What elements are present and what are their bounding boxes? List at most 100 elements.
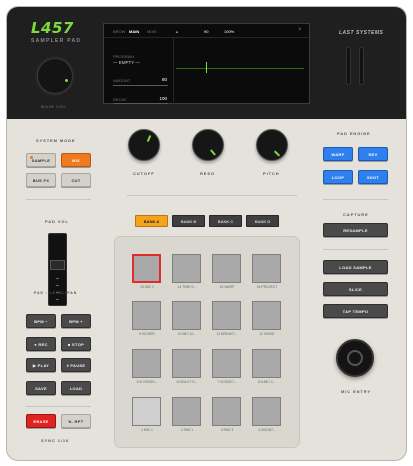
tap-tempo-button[interactable]: TAP TEMPO — [323, 304, 388, 318]
mix-button[interactable]: MIX — [61, 153, 91, 167]
pad-16[interactable] — [252, 254, 281, 283]
pad-10[interactable] — [172, 301, 201, 330]
reverse-button[interactable]: REV — [358, 147, 388, 161]
knob-indicator-icon — [273, 150, 281, 157]
tab-main[interactable]: MAIN — [129, 29, 139, 34]
top-panel: L457 SAMPLER PAD MAIN VOL BROW MAIN MIXE… — [7, 7, 406, 119]
pad-13[interactable] — [132, 254, 161, 283]
program-value: — EMPTY — — [113, 60, 140, 65]
pad-5[interactable] — [132, 349, 161, 378]
fader-tick — [56, 299, 59, 300]
pitch-knob[interactable] — [256, 129, 288, 161]
pad-9[interactable] — [132, 301, 161, 330]
divider — [26, 406, 91, 407]
bank-b-button[interactable]: BANK B — [172, 215, 205, 227]
param1-value: 80 — [161, 77, 167, 82]
pad-label: 1 MIC 1 — [141, 428, 153, 432]
bpm-minus-button[interactable]: BPM − — [26, 314, 56, 328]
play-button[interactable]: ▶ PLAY — [26, 358, 56, 372]
knob-indicator-icon — [209, 149, 217, 156]
divider — [323, 199, 388, 200]
pad-label: 11 BREAKT... — [216, 332, 238, 336]
reso-knob[interactable] — [192, 129, 224, 161]
param2-label: DECAY — [113, 97, 127, 102]
warp-button[interactable]: WARP — [323, 147, 353, 161]
load-sample-button[interactable]: LOAD SAMPLE — [323, 260, 388, 274]
pad-3[interactable] — [212, 397, 241, 426]
logo: L457 — [31, 19, 74, 37]
cutoff-label: CUTOFF — [133, 171, 155, 176]
pad-volume-fader[interactable] — [48, 233, 67, 306]
record-button[interactable]: ● REC — [26, 337, 56, 351]
sample-button[interactable]: SAMPLE — [26, 153, 56, 167]
pad-14[interactable] — [172, 254, 201, 283]
load-button[interactable]: LOAD — [61, 381, 91, 395]
pad-vol-label: PAD VOL — [45, 219, 69, 224]
capture-label: CAPTURE — [343, 212, 369, 217]
note-repeat-button[interactable]: N. RPT — [61, 414, 91, 428]
bank-d-button[interactable]: BANK D — [246, 215, 279, 227]
param2-value: 100 — [159, 96, 167, 101]
divider — [26, 199, 91, 200]
param2-bar — [113, 103, 168, 104]
knob-indicator-icon — [65, 79, 68, 82]
close-icon[interactable]: × — [298, 27, 302, 33]
pad-label: 15 WARP — [219, 285, 235, 289]
pad-6[interactable] — [172, 349, 201, 378]
screen-tab-bar: BROW MAIN MIXE ▲ 90 100% × — [104, 24, 309, 38]
resample-button[interactable]: RESAMPLE — [323, 223, 388, 237]
knob-center-icon — [347, 350, 363, 366]
screen-program-panel: PROGRAM — EMPTY — AMOUNT 80 DECAY 100 — [104, 38, 174, 104]
program-label: PROGRAM — [113, 54, 134, 59]
stop-button[interactable]: ■ STOP — [61, 337, 91, 351]
card-slot-1 — [346, 47, 351, 85]
fader-cap[interactable] — [50, 260, 65, 270]
display-screen: BROW MAIN MIXE ▲ 90 100% × PROGRAM — EMP… — [103, 23, 310, 104]
tab-browse[interactable]: BROW — [113, 29, 125, 34]
bank-a-button[interactable]: BANK A — [135, 215, 168, 227]
cut-button[interactable]: CUT — [61, 173, 91, 187]
bpm-plus-button[interactable]: BPM + — [61, 314, 91, 328]
reso-label: RESO — [200, 171, 215, 176]
pad-11[interactable] — [212, 301, 241, 330]
playhead-cursor — [206, 62, 207, 73]
sample-button-label: SAMPLE — [31, 157, 51, 163]
main-volume-knob[interactable] — [37, 58, 73, 94]
save-button[interactable]: SAVE — [26, 381, 56, 395]
brand-label: LAST SYSTEMS — [339, 30, 384, 36]
pad-level-label: PAD : LEVEL/PAN — [34, 291, 78, 295]
bank-c-button[interactable]: BANK C — [209, 215, 242, 227]
pad-7[interactable] — [212, 349, 241, 378]
entry-knob[interactable] — [336, 339, 374, 377]
pad-label: 3 PAD 3 — [220, 428, 234, 432]
device-subtitle: SAMPLER PAD — [31, 38, 82, 44]
pad-label: 5 B CRASH... — [136, 380, 158, 384]
tab-mixer[interactable]: MIXE — [147, 29, 157, 34]
pause-button[interactable]: ‖ PAUSE — [61, 358, 91, 372]
pad-label: 4 SOUNT... — [258, 428, 276, 432]
waveform-line — [176, 68, 304, 69]
pad-2[interactable] — [172, 397, 201, 426]
pad-label: 6 ROLLIT S... — [176, 380, 198, 384]
fader-tick — [56, 285, 59, 286]
pad-1[interactable] — [132, 397, 161, 426]
one-shot-button[interactable]: SHOT — [358, 170, 388, 184]
pad-label: 8 A MIC C... — [257, 380, 277, 384]
bus-fx-button[interactable]: BUS FX — [26, 173, 56, 187]
system-mode-label: SYSTEM MODE — [36, 138, 76, 143]
erase-button[interactable]: ERASE — [26, 414, 56, 428]
pad-label: 2 PAD 1 — [180, 428, 194, 432]
pad-15[interactable] — [212, 254, 241, 283]
pad-grid: 13 MIC 1 14 TIME S... 15 WARP 16 PROJECT… — [114, 236, 300, 448]
pad-12[interactable] — [252, 301, 281, 330]
loop-button[interactable]: LOOP — [323, 170, 353, 184]
pad-4[interactable] — [252, 397, 281, 426]
param1-bar — [113, 85, 168, 86]
cutoff-knob[interactable] — [128, 129, 160, 161]
pad-engine-label: PAD ENGINE — [337, 131, 371, 136]
pad-label: 13 MIC 1 — [140, 285, 154, 289]
card-slot-2 — [359, 47, 364, 85]
pitch-label: PITCH — [263, 171, 280, 176]
pad-8[interactable] — [252, 349, 281, 378]
slice-button[interactable]: SLICE — [323, 282, 388, 296]
